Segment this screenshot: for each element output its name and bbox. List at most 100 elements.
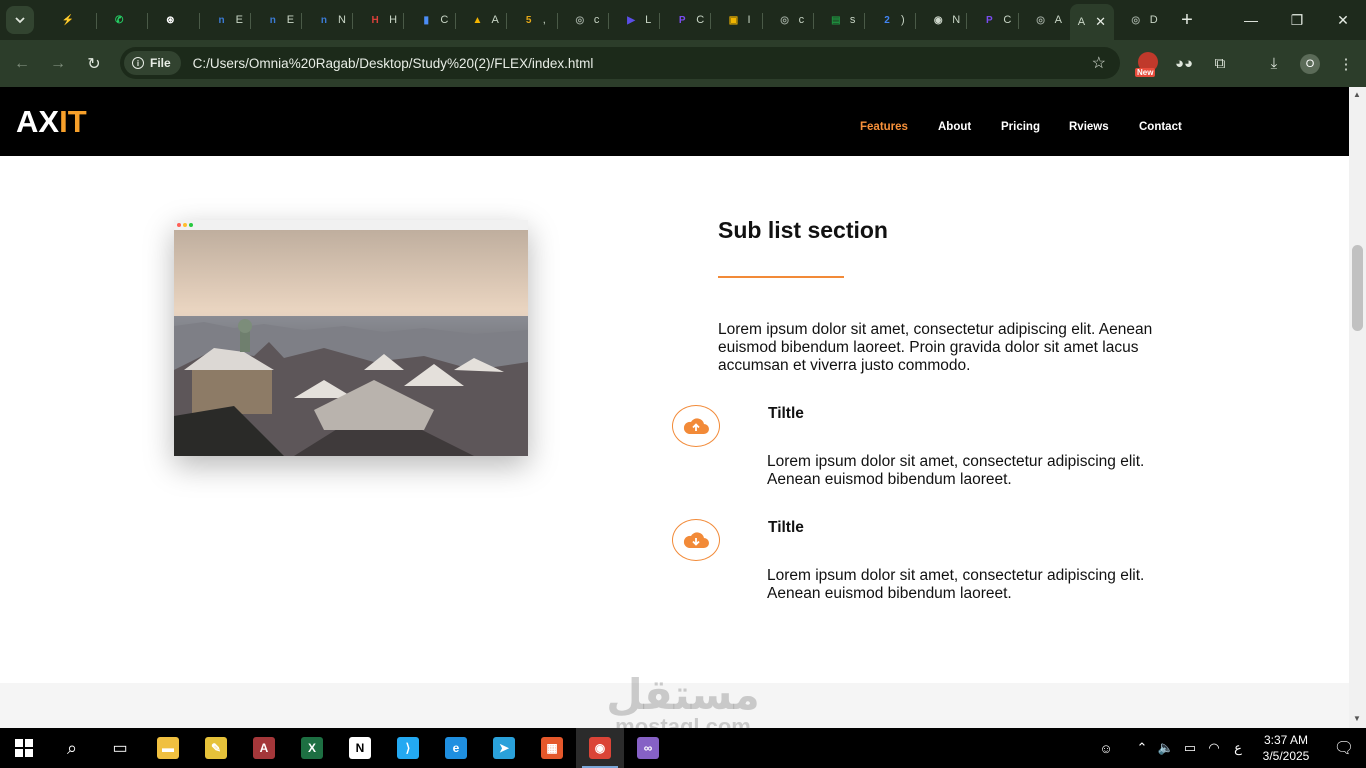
wifi-icon[interactable]: ◠ <box>1202 740 1226 756</box>
address-bar[interactable]: i File C:/Users/Omnia%20Ragab/Desktop/St… <box>120 47 1120 79</box>
close-window-button[interactable]: ✕ <box>1320 0 1366 40</box>
minimize-icon: — <box>1244 12 1258 28</box>
browser-tab[interactable]: ◎ c <box>763 4 815 36</box>
scroll-up-icon[interactable]: ▲ <box>1353 90 1361 99</box>
browser-tab[interactable]: ▮ C <box>404 4 456 36</box>
browser-tab-active[interactable]: A ✕ <box>1069 4 1114 40</box>
taskbar-app[interactable]: ▬ <box>144 728 192 768</box>
browser-tab[interactable]: ⊛ <box>148 4 200 36</box>
page-scrollbar[interactable]: ▲ ▼ <box>1349 87 1366 728</box>
nav-link-pricing[interactable]: Pricing <box>1001 121 1040 133</box>
browser-tab[interactable]: PC <box>660 4 712 36</box>
site-logo[interactable]: AXIT <box>16 104 87 140</box>
browser-tab[interactable]: PC <box>967 4 1019 36</box>
browser-tab[interactable]: 5, <box>507 4 559 36</box>
browser-tab[interactable]: HH <box>353 4 405 36</box>
nav-link-about[interactable]: About <box>938 121 971 133</box>
section-title: Sub list section <box>718 217 888 243</box>
start-button[interactable] <box>0 728 48 768</box>
arrow-right-icon: → <box>50 54 66 72</box>
arrow-left-icon: ← <box>14 54 30 72</box>
notification-center-button[interactable]: 🗨 <box>1322 738 1366 758</box>
edge-icon: e <box>445 737 467 759</box>
volume-icon[interactable]: 🔈 <box>1154 740 1178 756</box>
search-button[interactable]: ⌕ <box>48 728 96 768</box>
profile-button[interactable]: O <box>1292 46 1328 82</box>
taskbar-app[interactable]: ◉ <box>576 728 624 768</box>
taskbar-app[interactable]: ⟩ <box>384 728 432 768</box>
tab-search-button[interactable] <box>6 6 34 34</box>
taskbar-app[interactable]: ▦ <box>528 728 576 768</box>
browser-tab[interactable]: ▤ s <box>814 4 866 36</box>
browser-tab[interactable]: ◉ N <box>916 4 968 36</box>
url-text[interactable]: C:/Users/Omnia%20Ragab/Desktop/Study%20(… <box>193 56 594 71</box>
extension-eyes-button[interactable]: ◕◕ <box>1166 46 1202 82</box>
classroom-icon: ▤ <box>831 14 841 26</box>
close-tab-icon[interactable]: ✕ <box>1095 14 1106 30</box>
tab-title: ) <box>901 14 905 26</box>
nav-link-features[interactable]: Features <box>860 121 908 133</box>
nav-link-rviews[interactable]: Rviews <box>1069 121 1109 133</box>
browser-tab[interactable]: ▣ I <box>711 4 763 36</box>
github-icon: ◉ <box>933 14 943 26</box>
taskbar-app[interactable]: ➤ <box>480 728 528 768</box>
browser-tab[interactable]: nN <box>302 4 354 36</box>
browser-tab[interactable]: ◎ c <box>558 4 610 36</box>
browser-tab[interactable]: ▶ L <box>609 4 661 36</box>
browser-tab[interactable]: ⚡ <box>46 4 98 36</box>
globe-icon: ◎ <box>1131 14 1141 26</box>
taskbar-app[interactable]: e <box>432 728 480 768</box>
scrollbar-thumb[interactable] <box>1352 245 1363 331</box>
menu-button[interactable]: ⋮ <box>1328 46 1364 82</box>
tab-title: D <box>1149 14 1158 26</box>
tab-title: N <box>337 14 346 26</box>
tab-title: H <box>389 14 398 26</box>
watermark-logo: مستقل mostaql.com <box>598 672 768 738</box>
browser-tab[interactable]: ◎ D <box>1114 4 1165 36</box>
downloads-button[interactable]: ⤓ <box>1256 46 1292 82</box>
browser-tab[interactable]: ✆ <box>97 4 149 36</box>
extensions-button[interactable]: ⧉ <box>1202 46 1238 82</box>
taskbar-app[interactable]: ∞ <box>624 728 672 768</box>
taskbar-app[interactable]: X <box>288 728 336 768</box>
minimize-button[interactable]: — <box>1228 0 1274 40</box>
browser-tab[interactable]: nE <box>251 4 303 36</box>
browser-tab[interactable]: ▲ A <box>456 4 507 36</box>
excel-icon: X <box>301 737 323 759</box>
back-button[interactable]: ← <box>4 46 40 82</box>
p-logo-icon: P <box>986 14 993 26</box>
task-view-button[interactable]: ▭ <box>96 728 144 768</box>
scroll-down-icon[interactable]: ▼ <box>1353 714 1361 723</box>
browser-tab[interactable]: ◎ A <box>1019 4 1070 36</box>
restore-icon: ❐ <box>1290 11 1304 28</box>
browser-tab[interactable]: 2) <box>865 4 917 36</box>
new-badge-label: New <box>1135 67 1156 77</box>
battery-icon[interactable]: ▭ <box>1178 740 1202 756</box>
browser-tab[interactable]: nE <box>200 4 251 36</box>
vscode-icon: ⟩ <box>397 737 419 759</box>
clock[interactable]: 3:37 AM 3/5/2025 <box>1250 732 1322 764</box>
forward-button[interactable]: → <box>40 46 76 82</box>
chevron-down-icon <box>15 17 25 24</box>
show-hidden-icon[interactable]: ⌃ <box>1130 740 1154 756</box>
tab-list: ⚡ ✆ ⊛ n En En N H H ▮ C ▲ A 5, ◎ c ▶ L P C ▣ I ◎ c ▤ s 2) ◉ N P C ◎ A A ✕ ◎… <box>46 0 1199 40</box>
site-info-chip[interactable]: i File <box>124 51 181 75</box>
input-language[interactable]: ع <box>1226 740 1250 756</box>
tab-title: c <box>593 14 600 26</box>
taskbar-app[interactable]: A <box>240 728 288 768</box>
extension-badge-icon: New <box>1135 51 1161 77</box>
extension-new-button[interactable]: New <box>1130 46 1166 82</box>
people-icon[interactable]: ☺ <box>1094 741 1118 756</box>
reload-button[interactable]: ↻ <box>76 46 112 82</box>
taskbar-app[interactable]: N <box>336 728 384 768</box>
new-tab-button[interactable]: + <box>1175 9 1199 32</box>
restore-button[interactable]: ❐ <box>1274 0 1320 40</box>
bookmark-star-icon[interactable]: ☆ <box>1092 53 1106 73</box>
tab-title: A <box>491 14 499 26</box>
taskbar-app[interactable]: ✎ <box>192 728 240 768</box>
badge-icon: 2 <box>884 14 890 26</box>
meet-icon: ▶ <box>627 14 635 26</box>
site-info-label: File <box>150 56 171 70</box>
cloud-upload-icon <box>672 405 720 447</box>
nav-link-contact[interactable]: Contact <box>1139 121 1182 133</box>
